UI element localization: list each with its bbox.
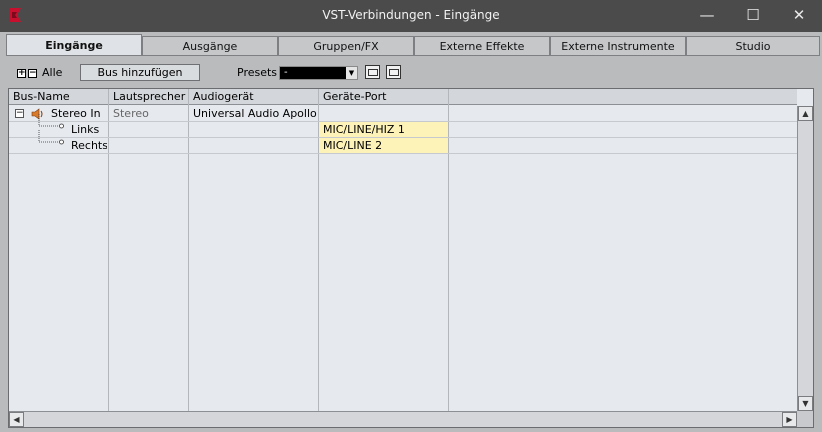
tab-gruppen-fx[interactable]: Gruppen/FX: [278, 36, 414, 55]
scroll-up-button[interactable]: ▲: [798, 106, 813, 121]
header-geraete-port[interactable]: Geräte-Port: [319, 89, 449, 104]
header-lautsprecher[interactable]: Lautsprecher: [109, 89, 189, 104]
expand-all-button[interactable]: +: [17, 69, 26, 78]
title-bar: VST-Verbindungen - Eingänge — ☐ ✕: [0, 0, 822, 32]
remove-preset-icon[interactable]: [386, 65, 401, 79]
scroll-right-button[interactable]: ▶: [782, 412, 797, 427]
tree-collapse-toggle[interactable]: −: [15, 109, 24, 118]
tab-studio[interactable]: Studio: [686, 36, 820, 55]
channel-name: Rechts: [71, 139, 107, 152]
tab-externe-effekte[interactable]: Externe Effekte: [414, 36, 550, 55]
audio-device[interactable]: Universal Audio Apollo Twin: [193, 106, 318, 121]
chevron-down-icon[interactable]: ▼: [346, 67, 357, 79]
scrollbar-corner: [797, 411, 813, 427]
close-button[interactable]: ✕: [776, 0, 822, 32]
tree-connector-icon: [38, 114, 64, 129]
add-bus-button[interactable]: Bus hinzufügen: [80, 64, 200, 81]
tree-connector-icon: [38, 130, 64, 145]
tab-externe-instrumente[interactable]: Externe Instrumente: [550, 36, 686, 55]
device-port[interactable]: [319, 106, 448, 121]
toolbar: + − Alle Bus hinzufügen Presets - ▼: [6, 56, 820, 84]
all-label: Alle: [42, 66, 63, 79]
maximize-button[interactable]: ☐: [730, 0, 776, 32]
table-row[interactable]: − Stereo In Stereo Universal Audio Apoll…: [9, 106, 797, 122]
window-content: Eingänge Ausgänge Gruppen/FX Externe Eff…: [0, 32, 822, 432]
table-row[interactable]: Rechts MIC/LINE 2: [9, 130, 797, 154]
device-port[interactable]: MIC/LINE/HIZ 1: [319, 122, 448, 137]
vertical-scrollbar[interactable]: ▲ ▼: [797, 106, 813, 411]
scroll-left-button[interactable]: ◀: [9, 412, 24, 427]
tab-ausgaenge[interactable]: Ausgänge: [142, 36, 278, 55]
minimize-button[interactable]: —: [684, 0, 730, 32]
presets-label: Presets: [237, 66, 278, 79]
table-header: Bus-Name Lautsprecher Audiogerät Geräte-…: [9, 89, 797, 105]
presets-value: -: [284, 67, 288, 78]
presets-dropdown[interactable]: - ▼: [279, 66, 358, 80]
header-bus-name[interactable]: Bus-Name: [9, 89, 109, 104]
channel-name: Links: [71, 123, 100, 136]
speaker-config[interactable]: [113, 122, 187, 137]
collapse-all-button[interactable]: −: [28, 69, 37, 78]
horizontal-scrollbar[interactable]: ◀ ▶: [9, 411, 797, 427]
speaker-config[interactable]: Stereo: [113, 106, 187, 121]
tab-eingaenge[interactable]: Eingänge: [6, 34, 142, 56]
table-row[interactable]: Links MIC/LINE/HIZ 1: [9, 114, 797, 138]
bus-table: Bus-Name Lautsprecher Audiogerät Geräte-…: [8, 88, 814, 428]
audio-device[interactable]: [193, 138, 318, 153]
header-audiogeraet[interactable]: Audiogerät: [189, 89, 319, 104]
speaker-config[interactable]: [113, 138, 187, 153]
store-preset-icon[interactable]: [365, 65, 380, 79]
scroll-down-button[interactable]: ▼: [798, 396, 813, 411]
audio-device[interactable]: [193, 122, 318, 137]
device-port[interactable]: MIC/LINE 2: [319, 138, 448, 153]
